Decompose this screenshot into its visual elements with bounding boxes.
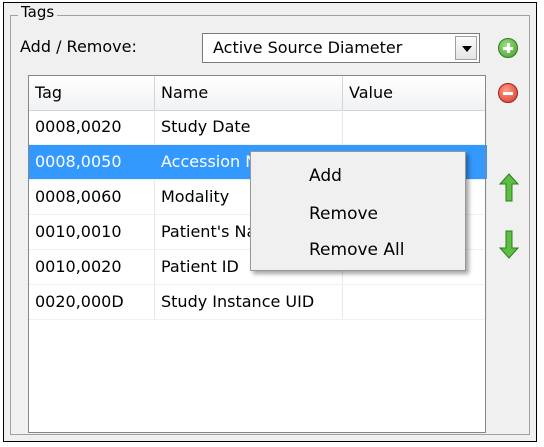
cell-tag: 0008,0020 (29, 110, 155, 144)
cell-tag: 0010,0020 (29, 250, 155, 284)
minus-circle-icon[interactable] (498, 83, 518, 103)
cell-tag: 0008,0060 (29, 180, 155, 214)
table-row[interactable]: 0008,0020 Study Date (29, 110, 487, 145)
cell-value (343, 110, 487, 144)
cell-tag: 0020,000D (29, 285, 155, 319)
plus-circle-icon[interactable] (498, 38, 518, 58)
header-name[interactable]: Name (155, 76, 343, 110)
table-header: Tag Name Value (29, 76, 485, 111)
cell-tag: 0010,0010 (29, 215, 155, 249)
menu-item-remove-all[interactable]: Remove All (309, 240, 404, 260)
chevron-down-icon[interactable] (455, 36, 477, 60)
cell-name: Study Instance UID (155, 285, 343, 319)
menu-item-remove[interactable]: Remove (309, 204, 378, 224)
combo-selected-value: Active Source Diameter (213, 38, 403, 57)
tags-panel: Tags Add / Remove: Active Source Diamete… (3, 2, 537, 442)
header-tag[interactable]: Tag (29, 76, 155, 110)
header-value[interactable]: Value (343, 76, 487, 110)
tag-combo-box[interactable]: Active Source Diameter (202, 33, 480, 63)
add-remove-label: Add / Remove: (20, 37, 137, 56)
cell-value (343, 285, 487, 319)
arrow-down-icon[interactable] (498, 229, 520, 259)
arrow-up-icon[interactable] (498, 173, 520, 203)
group-title: Tags (18, 4, 58, 21)
table-row[interactable]: 0020,000D Study Instance UID (29, 285, 487, 320)
menu-item-add[interactable]: Add (309, 166, 342, 186)
cell-tag: 0008,0050 (29, 145, 155, 179)
cell-name: Study Date (155, 110, 343, 144)
context-menu: Add Remove Remove All (250, 151, 466, 271)
